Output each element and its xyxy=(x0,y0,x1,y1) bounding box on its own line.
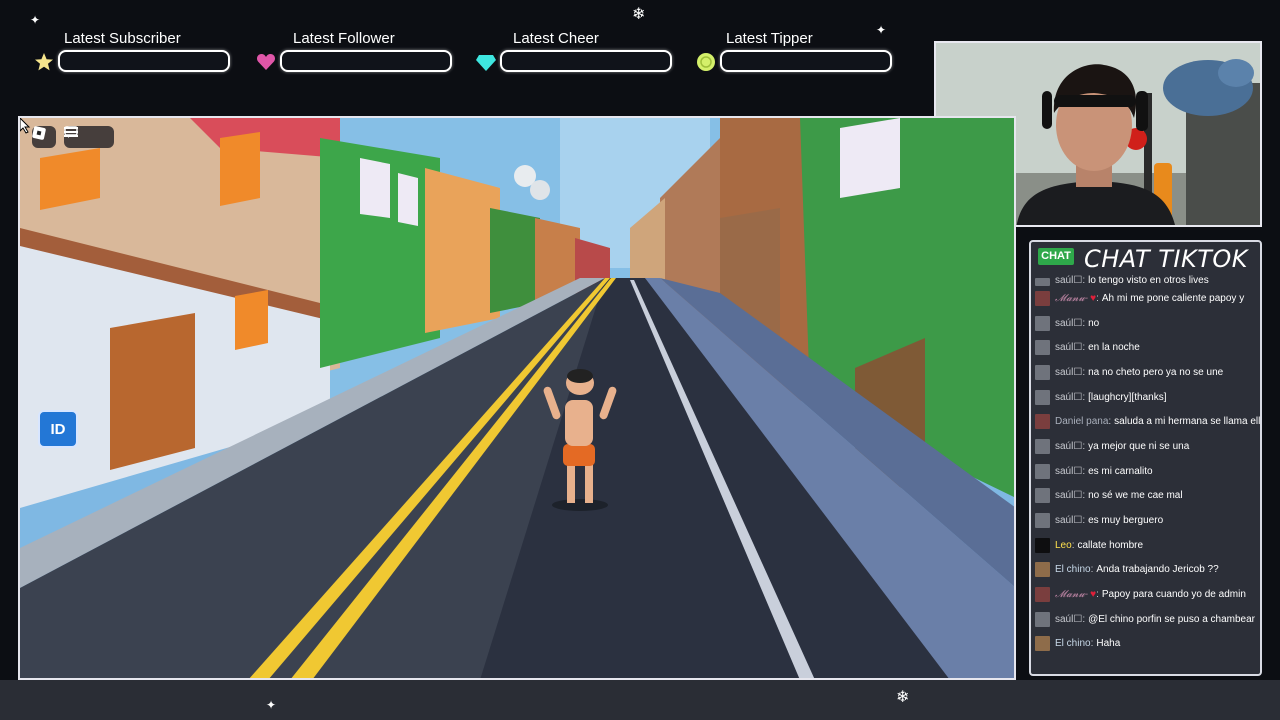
avatar xyxy=(1035,463,1050,479)
chat-text: es muy berguero xyxy=(1088,515,1164,527)
id-button[interactable]: ID xyxy=(38,410,78,448)
chat-text: ya mejor que ni se una xyxy=(1088,440,1190,452)
chat-message: Daniel pana: saluda a mi hermana se llam… xyxy=(1031,409,1260,434)
latest-follower-alert: Latest Follower xyxy=(256,30,456,76)
chat-username: saúl☐ xyxy=(1055,366,1083,378)
avatar xyxy=(1035,537,1050,553)
mouse-cursor-icon xyxy=(20,118,31,134)
chat-username: 𝓜𝓪𝓷𝓾- xyxy=(1055,292,1089,304)
avatar xyxy=(1035,290,1050,306)
chat-text: no sé we me cae mal xyxy=(1088,490,1183,502)
chat-username: Leo xyxy=(1055,539,1072,551)
chat-message: saúl☐: es muy berguero xyxy=(1031,508,1260,533)
chat-text: @El chino porfin se puso a chambear xyxy=(1088,613,1256,625)
chat-message: 𝓜𝓪𝓷𝓾- ♥: Ah mi me pone caliente papoy y xyxy=(1031,286,1260,311)
chat-text: callate hombre xyxy=(1077,539,1144,551)
coin-icon xyxy=(697,53,715,71)
chat-username: saúl☐ xyxy=(1055,465,1083,477)
avatar xyxy=(1035,611,1050,627)
chat-bubble-icon[interactable] xyxy=(64,126,78,138)
chat-username: saúl☐ xyxy=(1055,342,1083,354)
latest-cheer-alert: Latest Cheer xyxy=(476,30,676,76)
chat-text: saluda a mi hermana se llama ell xyxy=(1114,416,1260,428)
alert-value-box xyxy=(500,50,672,72)
avatar xyxy=(1035,513,1050,529)
game-viewport[interactable]: ID xyxy=(18,116,1016,680)
chat-text: Papoy para cuando yo de admin xyxy=(1101,589,1246,601)
chat-message: saúl☐: no xyxy=(1031,311,1260,336)
snowflake-icon: ❄ xyxy=(632,6,646,23)
alert-value-box xyxy=(58,50,230,72)
chat-username: El chino xyxy=(1055,564,1091,576)
chat-text: lo tengo visto en otros lives xyxy=(1088,275,1209,286)
alert-value-box xyxy=(720,50,892,72)
alert-label: Latest Tipper xyxy=(726,30,813,47)
latest-tipper-alert: Latest Tipper xyxy=(696,30,896,76)
chat-text: Haha xyxy=(1096,638,1121,650)
chat-message: El chino: Haha xyxy=(1031,632,1260,657)
avatar xyxy=(1035,389,1050,405)
chat-message: Leo: callate hombre xyxy=(1031,533,1260,558)
chat-message: saúl☐: na no cheto pero ya no se une xyxy=(1031,360,1260,385)
chat-message: saúl☐: en la noche xyxy=(1031,335,1260,360)
heart-icon xyxy=(256,53,276,70)
sparkle-icon: ✦ xyxy=(266,698,277,712)
alert-label: Latest Cheer xyxy=(513,30,599,47)
star-icon xyxy=(35,53,53,71)
alert-label: Latest Subscriber xyxy=(64,30,181,47)
chat-username: saúl☐ xyxy=(1055,440,1083,452)
chat-title: CHAT TIKTOK xyxy=(1084,245,1249,273)
avatar xyxy=(1035,636,1050,652)
chat-text: en la noche xyxy=(1088,342,1140,354)
alert-value-box xyxy=(280,50,452,72)
chat-badge: CHAT xyxy=(1038,248,1074,265)
chat-message: saúl☐: no sé we me cae mal xyxy=(1031,484,1260,509)
latest-subscriber-alert: Latest Subscriber xyxy=(34,30,234,76)
chat-message: El chino: Anda trabajando Jericob ?? xyxy=(1031,558,1260,583)
chat-message: 𝓜𝓪𝓷𝓾- ♥: Papoy para cuando yo de admin xyxy=(1031,582,1260,607)
chat-message: saúl☐: [laughcry][thanks] xyxy=(1031,385,1260,410)
chat-text: no xyxy=(1088,317,1100,329)
game-scene-image xyxy=(20,118,1014,678)
chat-text: [laughcry][thanks] xyxy=(1088,391,1167,403)
chat-text: Ah mi me pone caliente papoy y xyxy=(1101,292,1245,304)
chat-username: saúl☐ xyxy=(1055,515,1083,527)
avatar xyxy=(1035,340,1050,356)
avatar xyxy=(1035,587,1050,603)
chat-text: Anda trabajando Jericob ?? xyxy=(1096,564,1219,576)
chat-message: saúl☐: es mi carnalito xyxy=(1031,459,1260,484)
chat-username: saúl☐ xyxy=(1055,391,1083,403)
avatar xyxy=(1035,414,1050,430)
chat-message: saúl☐: @El chino porfin se puso a chambe… xyxy=(1031,607,1260,632)
chat-username: saúl☐ xyxy=(1055,613,1083,625)
chat-username: Daniel pana xyxy=(1055,416,1109,428)
chat-message-list[interactable]: saúl☐: lo tengo visto en otros lives 𝓜𝓪𝓷… xyxy=(1031,272,1260,656)
sparkle-icon: ✦ xyxy=(30,13,41,27)
chat-message: saúl☐: lo tengo visto en otros lives xyxy=(1031,272,1260,286)
avatar xyxy=(1035,438,1050,454)
chat-username: saúl☐ xyxy=(1055,490,1083,502)
diamond-icon xyxy=(476,55,496,71)
avatar xyxy=(1035,278,1050,286)
chat-message: saúl☐: ya mejor que ni se una xyxy=(1031,434,1260,459)
alert-label: Latest Follower xyxy=(293,30,395,47)
avatar xyxy=(1035,562,1050,578)
roblox-logo-icon xyxy=(32,126,46,140)
chat-username: 𝓜𝓪𝓷𝓾- xyxy=(1055,589,1089,601)
avatar xyxy=(1035,488,1050,504)
avatar xyxy=(1035,364,1050,380)
snowflake-icon: ❄ xyxy=(896,689,910,706)
roblox-menu-button[interactable] xyxy=(32,126,56,148)
chat-text: es mi carnalito xyxy=(1088,465,1153,477)
chat-username: saúl☐ xyxy=(1055,275,1083,286)
chat-panel: CHAT CHAT TIKTOK saúl☐: lo tengo visto e… xyxy=(1029,240,1262,676)
chat-username: El chino xyxy=(1055,638,1091,650)
chat-text: na no cheto pero ya no se une xyxy=(1088,366,1224,378)
avatar xyxy=(1035,315,1050,331)
chat-username: saúl☐ xyxy=(1055,317,1083,329)
bottom-band xyxy=(0,680,1280,720)
roblox-topbar-buttons xyxy=(64,126,114,148)
